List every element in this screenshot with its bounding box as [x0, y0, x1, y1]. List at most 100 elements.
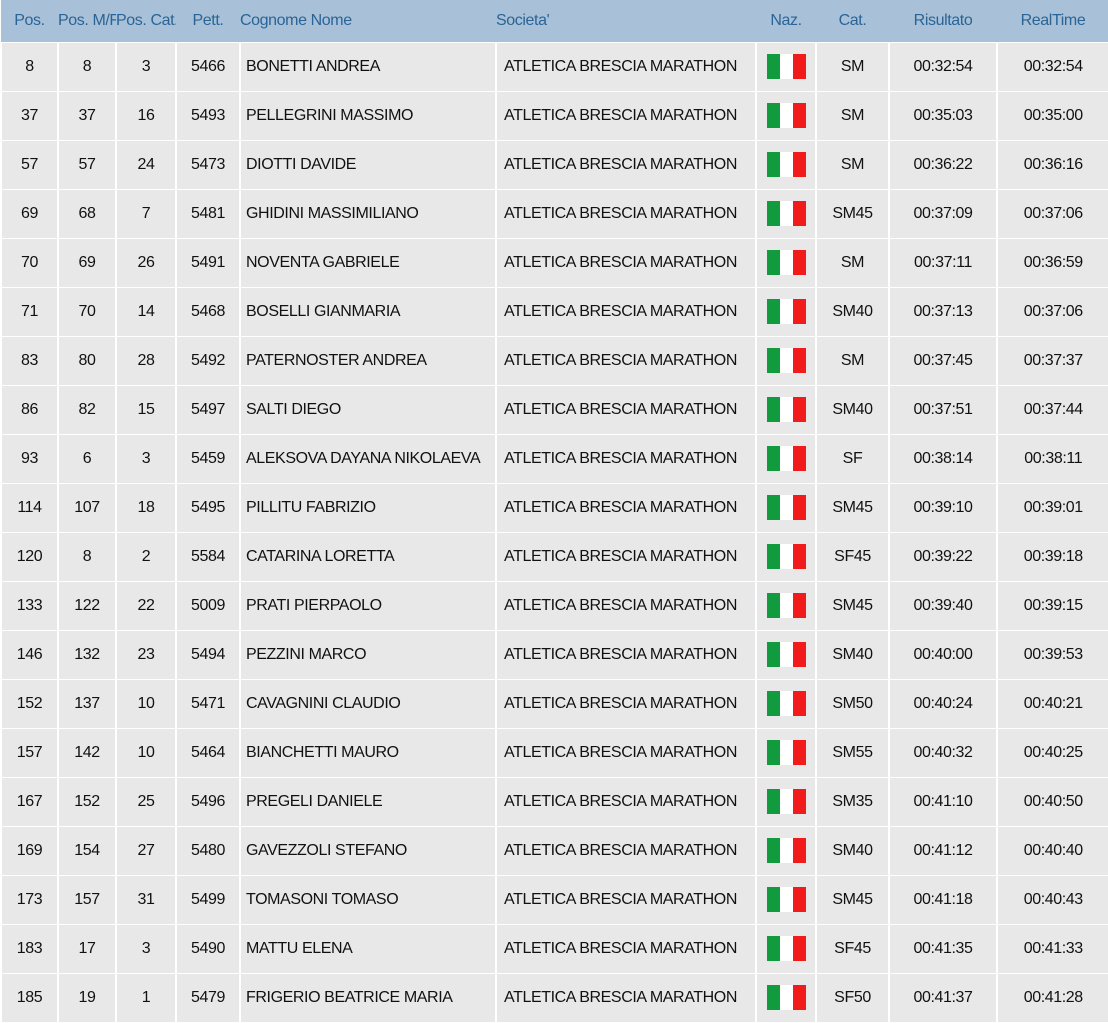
cell-club: ATLETICA BRESCIA MARATHON — [495, 776, 757, 827]
cell-pos: 157 — [0, 727, 59, 778]
cell-risultato: 00:39:22 — [888, 531, 998, 582]
cell-cat: SM45 — [815, 874, 890, 925]
italy-flag-icon — [766, 838, 806, 863]
cell-name: GAVEZZOLI STEFANO — [239, 825, 497, 876]
cell-pos-mf: 82 — [57, 384, 117, 435]
cell-pos-mf: 137 — [57, 678, 117, 729]
table-row[interactable]: 71 70 14 5468 BOSELLI GIANMARIA ATLETICA BRES… — [0, 286, 1108, 337]
cell-risultato: 00:38:14 — [888, 433, 998, 484]
cell-realtime: 00:41:28 — [996, 972, 1108, 1023]
cell-risultato: 00:35:03 — [888, 90, 998, 141]
header-pos[interactable]: Pos. — [1, 0, 58, 42]
cell-pett: 5492 — [175, 335, 241, 386]
cell-club: ATLETICA BRESCIA MARATHON — [495, 139, 757, 190]
cell-pos-cat: 16 — [115, 90, 177, 141]
table-row[interactable]: 167 152 25 5496 PREGELI DANIELE ATLETICA BRES… — [0, 776, 1108, 827]
cell-pett: 5493 — [175, 90, 241, 141]
header-naz[interactable]: Naz. — [756, 0, 816, 42]
table-row[interactable]: 157 142 10 5464 BIANCHETTI MAURO ATLETICA BRE… — [0, 727, 1108, 778]
table-row[interactable]: 70 69 26 5491 NOVENTA GABRIELE ATLETICA BRESC… — [0, 237, 1108, 288]
italy-flag-icon — [766, 691, 806, 716]
cell-naz — [755, 188, 817, 239]
cell-pos-cat: 15 — [115, 384, 177, 435]
cell-pett: 5479 — [175, 972, 241, 1023]
table-row[interactable]: 57 57 24 5473 DIOTTI DAVIDE ATLETICA BRESCIA … — [0, 139, 1108, 190]
table-row[interactable]: 133 122 22 5009 PRATI PIERPAOLO ATLETICA BRES… — [0, 580, 1108, 631]
cell-name: CAVAGNINI CLAUDIO — [239, 678, 497, 729]
cell-pett: 5466 — [175, 41, 241, 92]
table-row[interactable]: 86 82 15 5497 SALTI DIEGO ATLETICA BRESCIA MA… — [0, 384, 1108, 435]
cell-cat: SF45 — [815, 923, 890, 974]
header-name[interactable]: Cognome Nome — [240, 0, 496, 42]
cell-cat: SM — [815, 335, 890, 386]
cell-cat: SM — [815, 139, 890, 190]
cell-name: MATTU ELENA — [239, 923, 497, 974]
italy-flag-icon — [766, 201, 806, 226]
cell-pos-cat: 10 — [115, 727, 177, 778]
cell-risultato: 00:32:54 — [888, 41, 998, 92]
cell-pos: 120 — [0, 531, 59, 582]
table-row[interactable]: 152 137 10 5471 CAVAGNINI CLAUDIO ATLETICA BR… — [0, 678, 1108, 729]
cell-pos-cat: 14 — [115, 286, 177, 337]
cell-club: ATLETICA BRESCIA MARATHON — [495, 237, 757, 288]
cell-pos-mf: 8 — [57, 531, 117, 582]
italy-flag-icon — [766, 299, 806, 324]
table-row[interactable]: 93 6 3 5459 ALEKSOVA DAYANA NIKOLAEVA ATLETIC… — [0, 433, 1108, 484]
cell-pos: 183 — [0, 923, 59, 974]
cell-name: PATERNOSTER ANDREA — [239, 335, 497, 386]
cell-pett: 5494 — [175, 629, 241, 680]
cell-name: SALTI DIEGO — [239, 384, 497, 435]
cell-pos: 71 — [0, 286, 59, 337]
cell-naz — [755, 41, 817, 92]
header-realtime[interactable]: RealTime — [997, 0, 1108, 42]
table-row[interactable]: 8 8 3 5466 BONETTI ANDREA ATLETICA BRESCIA MA… — [0, 41, 1108, 92]
cell-naz — [755, 825, 817, 876]
cell-naz — [755, 482, 817, 533]
cell-club: ATLETICA BRESCIA MARATHON — [495, 629, 757, 680]
cell-pos: 57 — [0, 139, 59, 190]
table-row[interactable]: 183 17 3 5490 MATTU ELENA ATLETICA BRESCIA MA… — [0, 923, 1108, 974]
cell-naz — [755, 139, 817, 190]
cell-pos: 93 — [0, 433, 59, 484]
cell-pos-cat: 24 — [115, 139, 177, 190]
cell-pos-mf: 17 — [57, 923, 117, 974]
table-row[interactable]: 185 19 1 5479 FRIGERIO BEATRICE MARIA ATLETIC… — [0, 972, 1108, 1023]
cell-pett: 5473 — [175, 139, 241, 190]
cell-pos: 114 — [0, 482, 59, 533]
cell-club: ATLETICA BRESCIA MARATHON — [495, 335, 757, 386]
cell-cat: SM35 — [815, 776, 890, 827]
cell-cat: SM55 — [815, 727, 890, 778]
header-pett[interactable]: Pett. — [176, 0, 240, 42]
cell-naz — [755, 776, 817, 827]
cell-cat: SM45 — [815, 188, 890, 239]
cell-pos-mf: 157 — [57, 874, 117, 925]
cell-realtime: 00:39:01 — [996, 482, 1108, 533]
cell-cat: SM40 — [815, 629, 890, 680]
table-row[interactable]: 120 8 2 5584 CATARINA LORETTA ATLETICA BRESCI… — [0, 531, 1108, 582]
header-pos-cat[interactable]: Pos. Cat. — [116, 0, 176, 42]
italy-flag-icon — [766, 887, 806, 912]
cell-name: TOMASONI TOMASO — [239, 874, 497, 925]
cell-pos: 169 — [0, 825, 59, 876]
table-row[interactable]: 146 132 23 5494 PEZZINI MARCO ATLETICA BRESCI… — [0, 629, 1108, 680]
cell-pett: 5009 — [175, 580, 241, 631]
cell-realtime: 00:39:15 — [996, 580, 1108, 631]
cell-naz — [755, 629, 817, 680]
cell-name: PREGELI DANIELE — [239, 776, 497, 827]
table-row[interactable]: 173 157 31 5499 TOMASONI TOMASO ATLETICA BRES… — [0, 874, 1108, 925]
cell-risultato: 00:37:45 — [888, 335, 998, 386]
cell-pos: 173 — [0, 874, 59, 925]
header-risultato[interactable]: Risultato — [889, 0, 997, 42]
cell-pett: 5471 — [175, 678, 241, 729]
table-row[interactable]: 169 154 27 5480 GAVEZZOLI STEFANO ATLETICA BR… — [0, 825, 1108, 876]
cell-club: ATLETICA BRESCIA MARATHON — [495, 384, 757, 435]
header-club[interactable]: Societa' — [496, 0, 756, 42]
cell-naz — [755, 580, 817, 631]
table-row[interactable]: 37 37 16 5493 PELLEGRINI MASSIMO ATLETICA BRE… — [0, 90, 1108, 141]
table-row[interactable]: 83 80 28 5492 PATERNOSTER ANDREA ATLETICA BRE… — [0, 335, 1108, 386]
italy-flag-icon — [766, 348, 806, 373]
table-row[interactable]: 69 68 7 5481 GHIDINI MASSIMILIANO ATLETICA BR… — [0, 188, 1108, 239]
header-cat[interactable]: Cat. — [816, 0, 889, 42]
header-pos-mf[interactable]: Pos. M/F — [58, 0, 116, 42]
table-row[interactable]: 114 107 18 5495 PILLITU FABRIZIO ATLETICA BRE… — [0, 482, 1108, 533]
